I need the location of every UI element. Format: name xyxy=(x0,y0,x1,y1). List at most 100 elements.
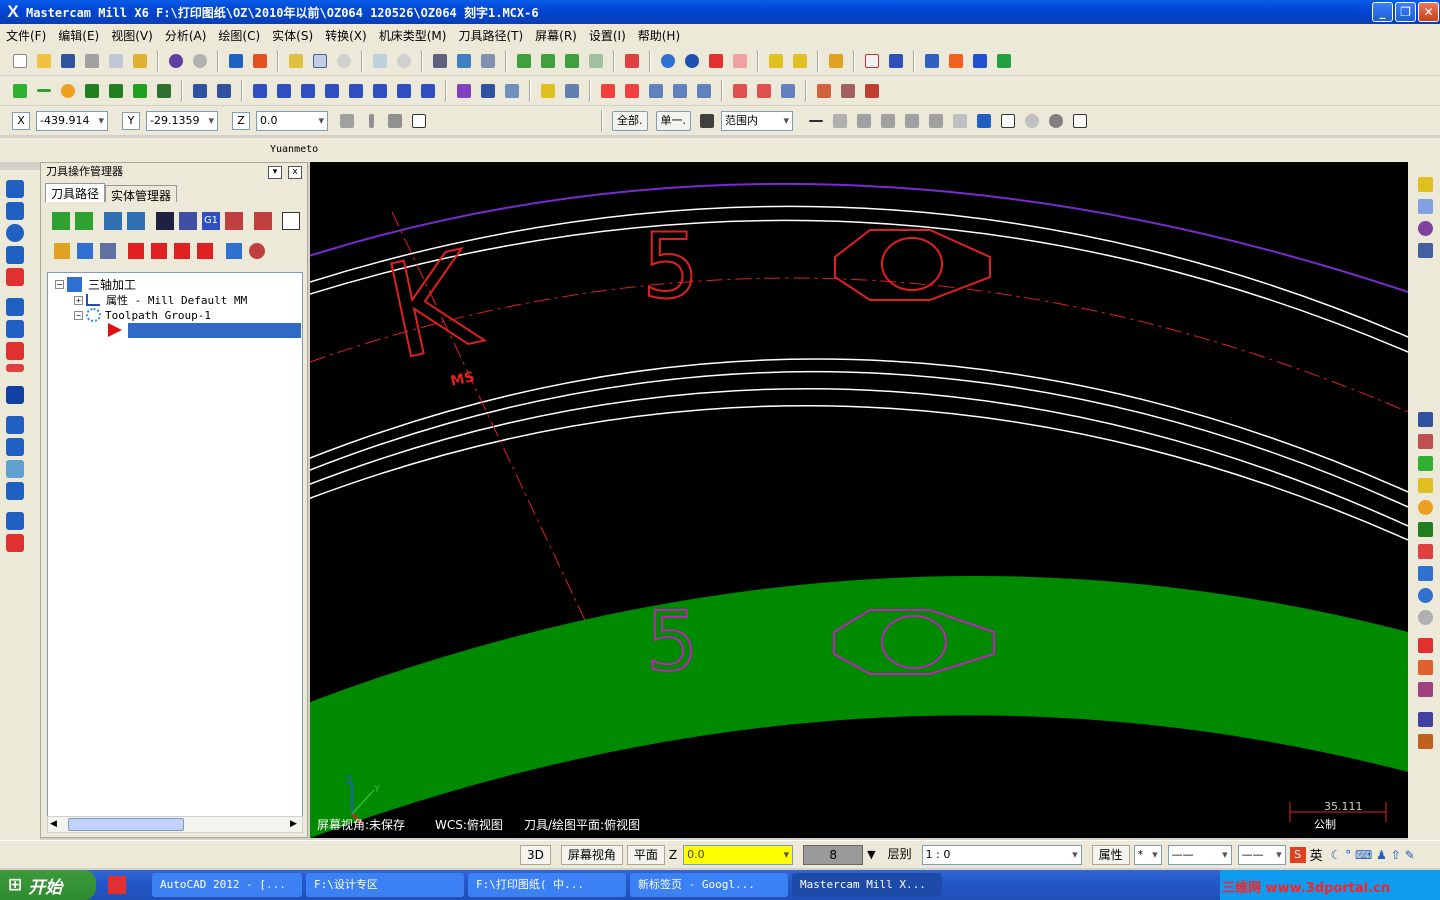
cube-view-icon[interactable] xyxy=(621,50,643,72)
body-select-icon[interactable] xyxy=(925,110,947,132)
ime-toolbar-icons[interactable]: ☾ ° ⌨ ♟ ⇧ ✎ xyxy=(1331,848,1415,862)
menu-view[interactable]: 视图(V) xyxy=(105,27,159,44)
collapse-icon[interactable]: − xyxy=(74,310,83,320)
restore-button[interactable]: ❐ xyxy=(1395,2,1416,22)
table-icon[interactable] xyxy=(597,80,619,102)
palette-icon[interactable] xyxy=(1418,712,1433,727)
chamfer-icon[interactable] xyxy=(105,80,127,102)
save-icon[interactable] xyxy=(57,50,79,72)
3d-toggle-button[interactable]: 3D xyxy=(520,844,551,865)
backplot-icon[interactable] xyxy=(453,50,475,72)
regenerate-icon[interactable] xyxy=(104,212,122,230)
circle-select-icon[interactable] xyxy=(1045,110,1067,132)
select-mode-icon[interactable] xyxy=(696,110,718,132)
x-label[interactable]: X xyxy=(12,111,30,130)
cylinder-icon[interactable] xyxy=(153,80,175,102)
task-print-folder[interactable]: F:\打印图纸( 中... xyxy=(468,873,626,897)
autocursor-icon[interactable] xyxy=(384,110,406,132)
verify-icon[interactable] xyxy=(477,50,499,72)
solid-box-icon[interactable] xyxy=(6,386,24,404)
xform-mirror-icon[interactable] xyxy=(297,80,319,102)
solid-select-icon[interactable] xyxy=(853,110,875,132)
menu-file[interactable]: 文件(F) xyxy=(0,27,52,44)
copy-icon[interactable] xyxy=(1418,199,1433,214)
y-label[interactable]: Y xyxy=(122,111,140,130)
post-lock-icon[interactable] xyxy=(100,243,116,259)
fast-point-icon[interactable] xyxy=(336,110,358,132)
z-coordinate-field[interactable]: 0.0 xyxy=(256,110,328,131)
waves-icon[interactable] xyxy=(226,243,242,259)
grid-icon[interactable] xyxy=(477,80,499,102)
mesh-icon[interactable] xyxy=(777,80,799,102)
move-icon[interactable] xyxy=(501,80,523,102)
point-style-dropdown[interactable]: * xyxy=(1133,844,1162,865)
color-edit-icon[interactable] xyxy=(1418,660,1433,675)
arrow-down-icon[interactable] xyxy=(6,460,24,478)
select-all-button[interactable]: 全部. xyxy=(612,110,648,131)
edit-icon[interactable] xyxy=(669,80,691,102)
fillet-tool-icon[interactable] xyxy=(1418,522,1433,537)
view-top-icon[interactable] xyxy=(513,50,535,72)
shaded-icon[interactable] xyxy=(681,50,703,72)
fit-icon[interactable] xyxy=(285,50,307,72)
move-up-icon[interactable] xyxy=(6,180,24,198)
solid-extrude-icon[interactable] xyxy=(6,320,24,338)
view-side-icon[interactable] xyxy=(561,50,583,72)
tree-node-properties[interactable]: + 属性 - Mill Default MM xyxy=(74,292,247,308)
menu-screen[interactable]: 屏幕(R) xyxy=(529,27,583,44)
task-design-folder[interactable]: F:\设计专区 xyxy=(306,873,464,897)
start-button[interactable]: ⊞ 开始 xyxy=(0,870,96,900)
xform-offset-icon[interactable] xyxy=(345,80,367,102)
insert-arrow-icon[interactable] xyxy=(174,243,190,259)
solid-cut-icon[interactable] xyxy=(6,342,24,360)
plane-button[interactable]: 平面 xyxy=(626,844,665,865)
line-tool-icon[interactable] xyxy=(1418,478,1433,493)
exclamation-icon[interactable] xyxy=(360,110,382,132)
align-icon[interactable] xyxy=(1418,243,1433,258)
menu-toolpaths[interactable]: 刀具路径(T) xyxy=(452,27,529,44)
dimension-icon[interactable] xyxy=(921,50,943,72)
color-field[interactable]: 8 xyxy=(803,844,864,865)
stack-icon[interactable] xyxy=(6,438,24,456)
verify-ops-icon[interactable] xyxy=(179,212,197,230)
move-up-arrow-icon[interactable] xyxy=(151,243,167,259)
graphics-viewport[interactable]: K 5 MS 5 Z Y 屏幕视角:未保存 WCS:俯视图 刀具/绘图平面:俯视… xyxy=(310,162,1408,838)
backplot-ops-icon[interactable] xyxy=(156,212,174,230)
edge-select-icon[interactable] xyxy=(901,110,923,132)
lock-icon[interactable] xyxy=(54,243,70,259)
undo-icon[interactable] xyxy=(165,50,187,72)
exit-icon[interactable] xyxy=(993,50,1015,72)
menu-help[interactable]: 帮助(H) xyxy=(632,27,686,44)
task-mastercam[interactable]: Mastercam Mill X... xyxy=(792,873,942,897)
insert-position-highlight[interactable] xyxy=(128,323,301,338)
pencil-tool-icon[interactable] xyxy=(1418,177,1433,192)
tree-icon[interactable] xyxy=(885,50,907,72)
panel-help-icon[interactable] xyxy=(282,212,300,230)
scroll-left-icon[interactable]: ◀ xyxy=(50,819,57,829)
select-check-icon[interactable] xyxy=(997,110,1019,132)
surface-icon[interactable] xyxy=(645,80,667,102)
sogou-ime-icon[interactable]: S xyxy=(1289,846,1306,863)
frame-icon[interactable] xyxy=(1418,734,1433,749)
g1-post-icon[interactable]: G1 xyxy=(202,212,220,230)
insert-arrow-marker-icon[interactable] xyxy=(108,323,122,337)
panel-dropdown-button[interactable]: ▾ xyxy=(268,166,282,179)
measure-icon[interactable] xyxy=(561,80,583,102)
toggle-display-icon[interactable] xyxy=(77,243,93,259)
x-coordinate-field[interactable]: -439.914 xyxy=(36,110,108,131)
tab-toolpaths[interactable]: 刀具路径 xyxy=(45,183,106,202)
scrollbar-thumb[interactable] xyxy=(68,818,184,831)
plus-point-icon[interactable] xyxy=(1418,456,1433,471)
xform-stretch-icon[interactable] xyxy=(393,80,415,102)
line-icon[interactable] xyxy=(33,80,55,102)
spline-icon[interactable] xyxy=(129,80,151,102)
rotate-icon[interactable] xyxy=(6,202,24,220)
level-field[interactable]: 1 : 0 xyxy=(921,844,1082,865)
rectangle-tool-icon[interactable] xyxy=(1418,544,1433,559)
menu-analyze[interactable]: 分析(A) xyxy=(159,27,213,44)
pencil-icon[interactable] xyxy=(765,50,787,72)
menu-settings[interactable]: 设置(I) xyxy=(583,27,632,44)
expand-icon[interactable]: + xyxy=(74,295,83,305)
view-front-icon[interactable] xyxy=(537,50,559,72)
shapes-icon[interactable] xyxy=(249,243,265,259)
